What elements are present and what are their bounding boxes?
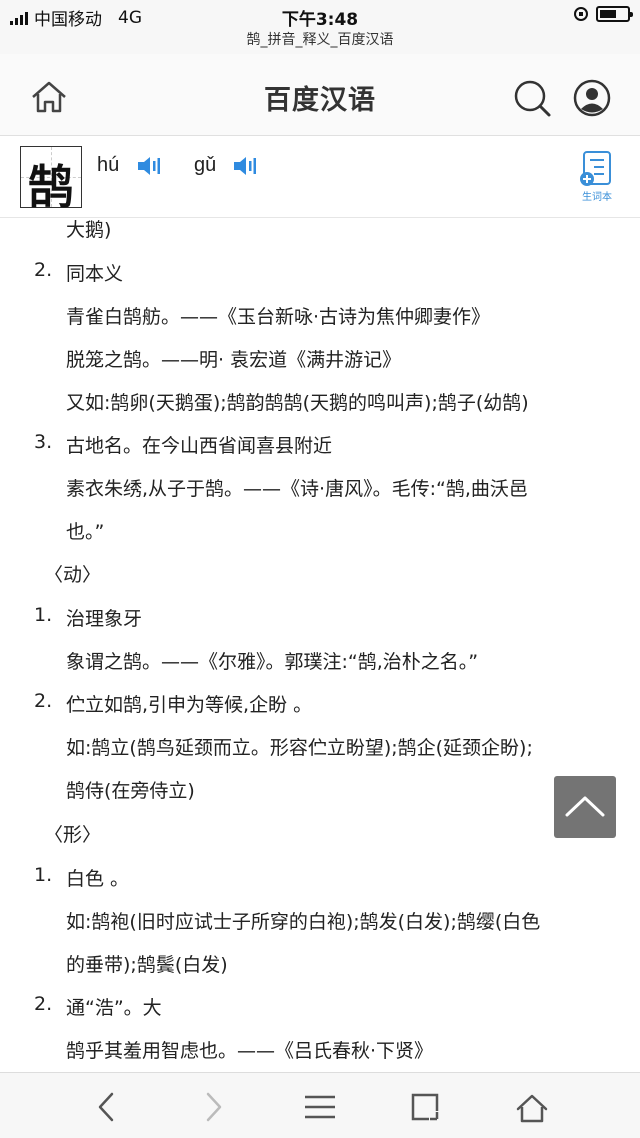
- pinyin-gu: gǔ: [194, 154, 217, 176]
- battery-icon: [596, 6, 633, 22]
- example-text: 脱笼之鹄。——明· 袁宏道《满井游记》: [66, 349, 402, 371]
- menu-icon[interactable]: [302, 1091, 338, 1123]
- status-time: 下午3:48: [281, 10, 359, 30]
- orientation-lock-icon: [574, 7, 588, 21]
- example-text: 也。”: [66, 521, 105, 543]
- definition-text: 古地名。在今山西省闻喜县附近: [66, 435, 333, 457]
- text-fragment: 大鹅): [66, 219, 112, 241]
- status-right: [574, 6, 633, 22]
- example-text: 鹄侍(在旁侍立): [66, 780, 195, 802]
- example-text: 青雀白鹄舫。——《玉台新咏·古诗为焦仲卿妻作》: [66, 306, 491, 328]
- example-text: 鹄乎其羞用智虑也。——《吕氏春秋·下贤》: [66, 1040, 434, 1062]
- example-text: 如:鹄袍(旧时应试士子所穿的白袍);鹄发(白发);鹄缨(白色: [66, 911, 541, 933]
- part-of-speech-adjective: 〈形〉: [44, 824, 102, 846]
- example-text: 素衣朱绣,从子于鹄。——《诗·唐风》。毛传:“鹄,曲沃邑: [66, 478, 528, 500]
- character-box: 鹄: [20, 146, 82, 214]
- chevron-up-icon: [565, 796, 605, 817]
- definition-text: 伫立如鹄,引申为等候,企盼 。: [66, 694, 313, 716]
- status-bar: 中国移动 4G 下午3:48: [0, 0, 640, 30]
- headword: 鹄: [28, 160, 74, 214]
- sound-icon[interactable]: [137, 156, 163, 176]
- item-number: 2.: [34, 993, 53, 1015]
- browser-toolbar: [0, 1072, 640, 1138]
- forward-icon[interactable]: [196, 1091, 232, 1123]
- pinyin-hu: hú: [97, 154, 120, 176]
- scroll-top-button[interactable]: [554, 776, 616, 838]
- user-icon[interactable]: [572, 78, 612, 118]
- search-icon[interactable]: [512, 78, 552, 118]
- item-number: 3.: [34, 431, 53, 453]
- definition-text: 治理象牙: [66, 608, 143, 630]
- item-number: 1.: [34, 604, 53, 626]
- back-icon[interactable]: [90, 1091, 126, 1123]
- notebook-label[interactable]: 生词本: [573, 188, 621, 203]
- example-text: 象谓之鹄。——《尔雅》。郭璞注:“鹄,治朴之名。”: [66, 651, 479, 673]
- item-number: 2.: [34, 259, 53, 281]
- definition-content: 大鹅) 2. 同本义 青雀白鹄舫。——《玉台新咏·古诗为焦仲卿妻作》 脱笼之鹄。…: [0, 218, 640, 1072]
- part-of-speech-verb: 〈动〉: [44, 564, 102, 586]
- definition-text: 同本义: [66, 263, 124, 285]
- home-icon[interactable]: [514, 1091, 550, 1123]
- word-bar: 鹄 hú gǔ 生词本: [0, 136, 640, 218]
- app-header: 百度汉语: [0, 54, 640, 136]
- item-number: 2.: [34, 690, 53, 712]
- page-url-title[interactable]: 鹄_拼音_释义_百度汉语: [0, 30, 640, 54]
- example-text: 的垂带);鹄鬓(白发): [66, 954, 228, 976]
- definition-text: 白色 。: [66, 868, 130, 890]
- definition-text: 通“浩”。大: [66, 997, 162, 1019]
- notebook-icon[interactable]: [578, 150, 614, 190]
- example-text: 如:鹄立(鹄鸟延颈而立。形容伫立盼望);鹄企(延颈企盼);: [66, 737, 533, 759]
- sound-icon[interactable]: [233, 156, 259, 176]
- tabs-icon[interactable]: [408, 1091, 444, 1123]
- example-text: 又如:鹄卵(天鹅蛋);鹄韵鹄鹄(天鹅的鸣叫声);鹄子(幼鹄): [66, 392, 529, 414]
- item-number: 1.: [34, 864, 53, 886]
